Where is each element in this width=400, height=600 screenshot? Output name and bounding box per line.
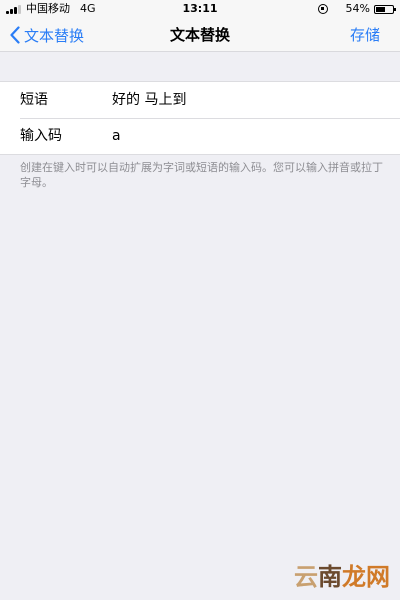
- shortcut-help-text: 创建在键入时可以自动扩展为字词或短语的输入码。您可以输入拼音或拉丁字母。: [20, 161, 383, 189]
- chevron-left-icon: [10, 26, 20, 44]
- phrase-row[interactable]: 短语 好的 马上到: [0, 82, 400, 118]
- phrase-label: 短语: [20, 92, 48, 108]
- shortcut-field[interactable]: a: [112, 118, 390, 154]
- save-button[interactable]: 存储: [350, 18, 380, 52]
- shortcut-row[interactable]: 输入码 a: [0, 118, 400, 154]
- battery-icon: [374, 4, 396, 14]
- navigation-bar: 文本替换 文本替换 存储: [0, 18, 400, 52]
- back-button[interactable]: 文本替换: [10, 18, 84, 52]
- watermark-logo: 云南龙网: [294, 557, 390, 592]
- status-bar: 中国移动 4G 13:11 54%: [0, 0, 400, 18]
- rotation-lock-icon: [317, 4, 328, 14]
- phrase-field[interactable]: 好的 马上到: [112, 82, 390, 118]
- battery-percent: 54%: [345, 2, 370, 15]
- status-right: 54%: [317, 0, 396, 18]
- text-replacement-form: 短语 好的 马上到 输入码 a: [0, 81, 400, 155]
- watermark-char-1: 云: [294, 562, 318, 591]
- back-button-label: 文本替换: [24, 26, 85, 45]
- watermark-char-2: 南: [318, 562, 342, 591]
- battery-fill: [376, 6, 385, 12]
- shortcut-label: 输入码: [20, 128, 62, 144]
- watermark-char-3: 龙网: [342, 562, 390, 591]
